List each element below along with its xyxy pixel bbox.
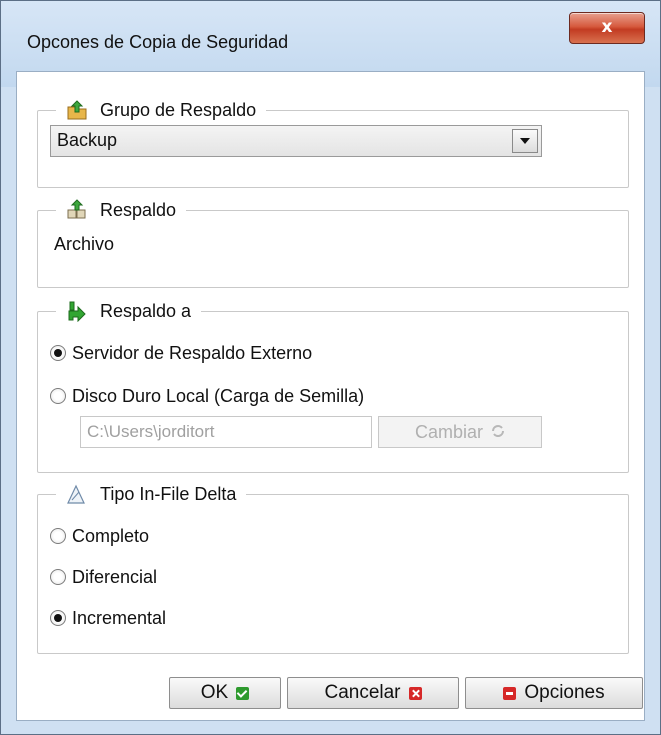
radio-button[interactable] (50, 569, 66, 585)
radio-button[interactable] (50, 528, 66, 544)
backup-group-select[interactable]: Backup (50, 125, 542, 157)
change-path-label: Cambiar (414, 421, 484, 442)
ok-label: OK (200, 682, 229, 703)
backup-group-value: Backup (57, 130, 118, 150)
boxes-up-icon (66, 199, 88, 221)
refresh-icon (491, 422, 505, 443)
delta-icon (66, 483, 88, 505)
check-icon (236, 686, 250, 700)
radio-local-disk-label: Disco Duro Local (Carga de Semilla) (72, 385, 365, 406)
backup-destination-label: Respaldo a (100, 300, 192, 321)
backup-source-section: Respaldo Archivo (37, 199, 629, 288)
cancel-button[interactable]: Cancelar (287, 677, 459, 709)
ok-button[interactable]: OK (169, 677, 281, 709)
cancel-label: Cancelar (324, 682, 401, 703)
radio-complete-label: Completo (72, 525, 150, 546)
backup-source-label: Respaldo (100, 199, 177, 220)
dialog-body: Grupo de Respaldo Backup Respaldo Archiv… (16, 71, 645, 721)
radio-button[interactable] (50, 388, 66, 404)
radio-button[interactable] (50, 345, 66, 361)
radio-local-disk[interactable]: Disco Duro Local (Carga de Semilla) (50, 384, 364, 408)
radio-differential[interactable]: Diferencial (50, 565, 157, 589)
radio-incremental-label: Incremental (72, 607, 167, 628)
local-path-value: C:\Users\jorditort (87, 422, 215, 441)
radio-complete[interactable]: Completo (50, 524, 149, 548)
backup-destination-section: Respaldo a Servidor de Respaldo Externo … (37, 301, 629, 473)
radio-external-server[interactable]: Servidor de Respaldo Externo (50, 341, 312, 365)
backup-options-window: Opcones de Copia de Seguridad x Grupo de… (0, 0, 661, 735)
options-button[interactable]: Opciones (465, 677, 643, 709)
backup-group-label: Grupo de Respaldo (100, 99, 257, 120)
chevron-down-icon[interactable] (512, 129, 538, 153)
minus-icon (503, 686, 517, 700)
close-icon (408, 686, 422, 700)
delta-type-label: Tipo In-File Delta (100, 483, 237, 504)
radio-button[interactable] (50, 610, 66, 626)
backup-source-value: Archivo (54, 234, 115, 254)
window-title: Opcones de Copia de Seguridad (27, 32, 289, 52)
local-path-field[interactable]: C:\Users\jorditort (80, 416, 372, 448)
radio-incremental[interactable]: Incremental (50, 606, 166, 630)
delta-type-section: Tipo In-File Delta Completo Diferencial … (37, 484, 629, 654)
close-button[interactable]: x (569, 12, 645, 44)
radio-differential-label: Diferencial (72, 566, 158, 587)
options-label: Opciones (524, 682, 605, 703)
green-arrow-icon (66, 300, 88, 323)
folder-up-icon (66, 99, 88, 121)
radio-external-server-label: Servidor de Respaldo Externo (72, 342, 313, 363)
backup-group-section: Grupo de Respaldo Backup (37, 100, 629, 188)
change-path-button[interactable]: Cambiar (378, 416, 542, 448)
